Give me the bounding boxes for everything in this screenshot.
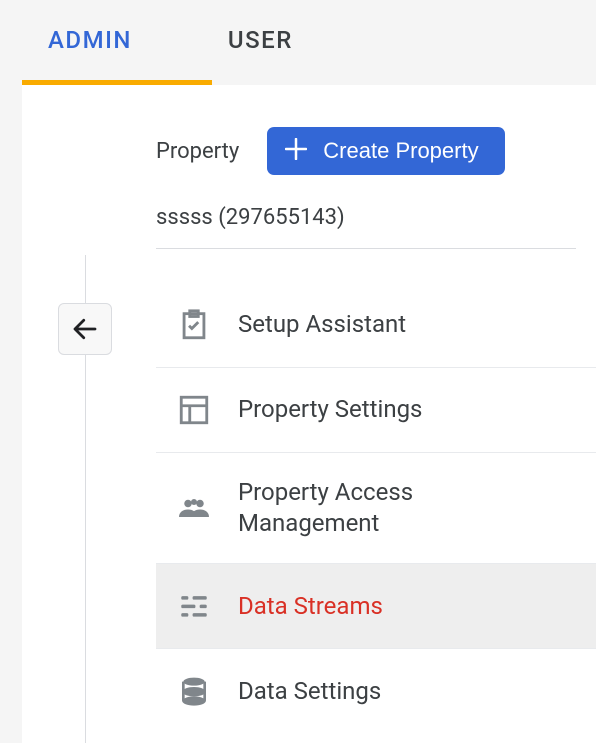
tab-admin-label: ADMIN: [48, 26, 132, 54]
property-name: sssss (297655143): [22, 205, 596, 248]
menu-item-label: Data Settings: [238, 676, 381, 707]
divider: [156, 248, 576, 249]
people-icon: [176, 490, 212, 526]
property-label: Property: [156, 139, 239, 164]
tab-user[interactable]: USER: [180, 0, 341, 80]
create-property-button[interactable]: Create Property: [267, 127, 504, 175]
arrow-left-icon: [70, 314, 100, 344]
create-property-label: Create Property: [323, 138, 478, 164]
menu-item-data-settings[interactable]: Data Settings: [156, 649, 596, 733]
menu-item-label: Property Settings: [238, 394, 422, 425]
menu-item-label: Data Streams: [238, 591, 383, 622]
database-icon: [176, 673, 212, 709]
tab-user-label: USER: [228, 26, 293, 54]
menu-item-label: Setup Assistant: [238, 309, 406, 340]
menu-item-label: Property Access Management: [238, 477, 458, 539]
layout-icon: [176, 392, 212, 428]
back-button[interactable]: [58, 303, 112, 355]
plus-icon: [285, 137, 307, 165]
tab-admin[interactable]: ADMIN: [0, 0, 180, 80]
menu-item-setup-assistant[interactable]: Setup Assistant: [156, 283, 596, 368]
menu-item-data-streams[interactable]: Data Streams: [156, 564, 596, 649]
menu-item-property-settings[interactable]: Property Settings: [156, 368, 596, 453]
clipboard-check-icon: [176, 307, 212, 343]
tune-icon: [176, 588, 212, 624]
menu-item-property-access[interactable]: Property Access Management: [156, 453, 596, 564]
